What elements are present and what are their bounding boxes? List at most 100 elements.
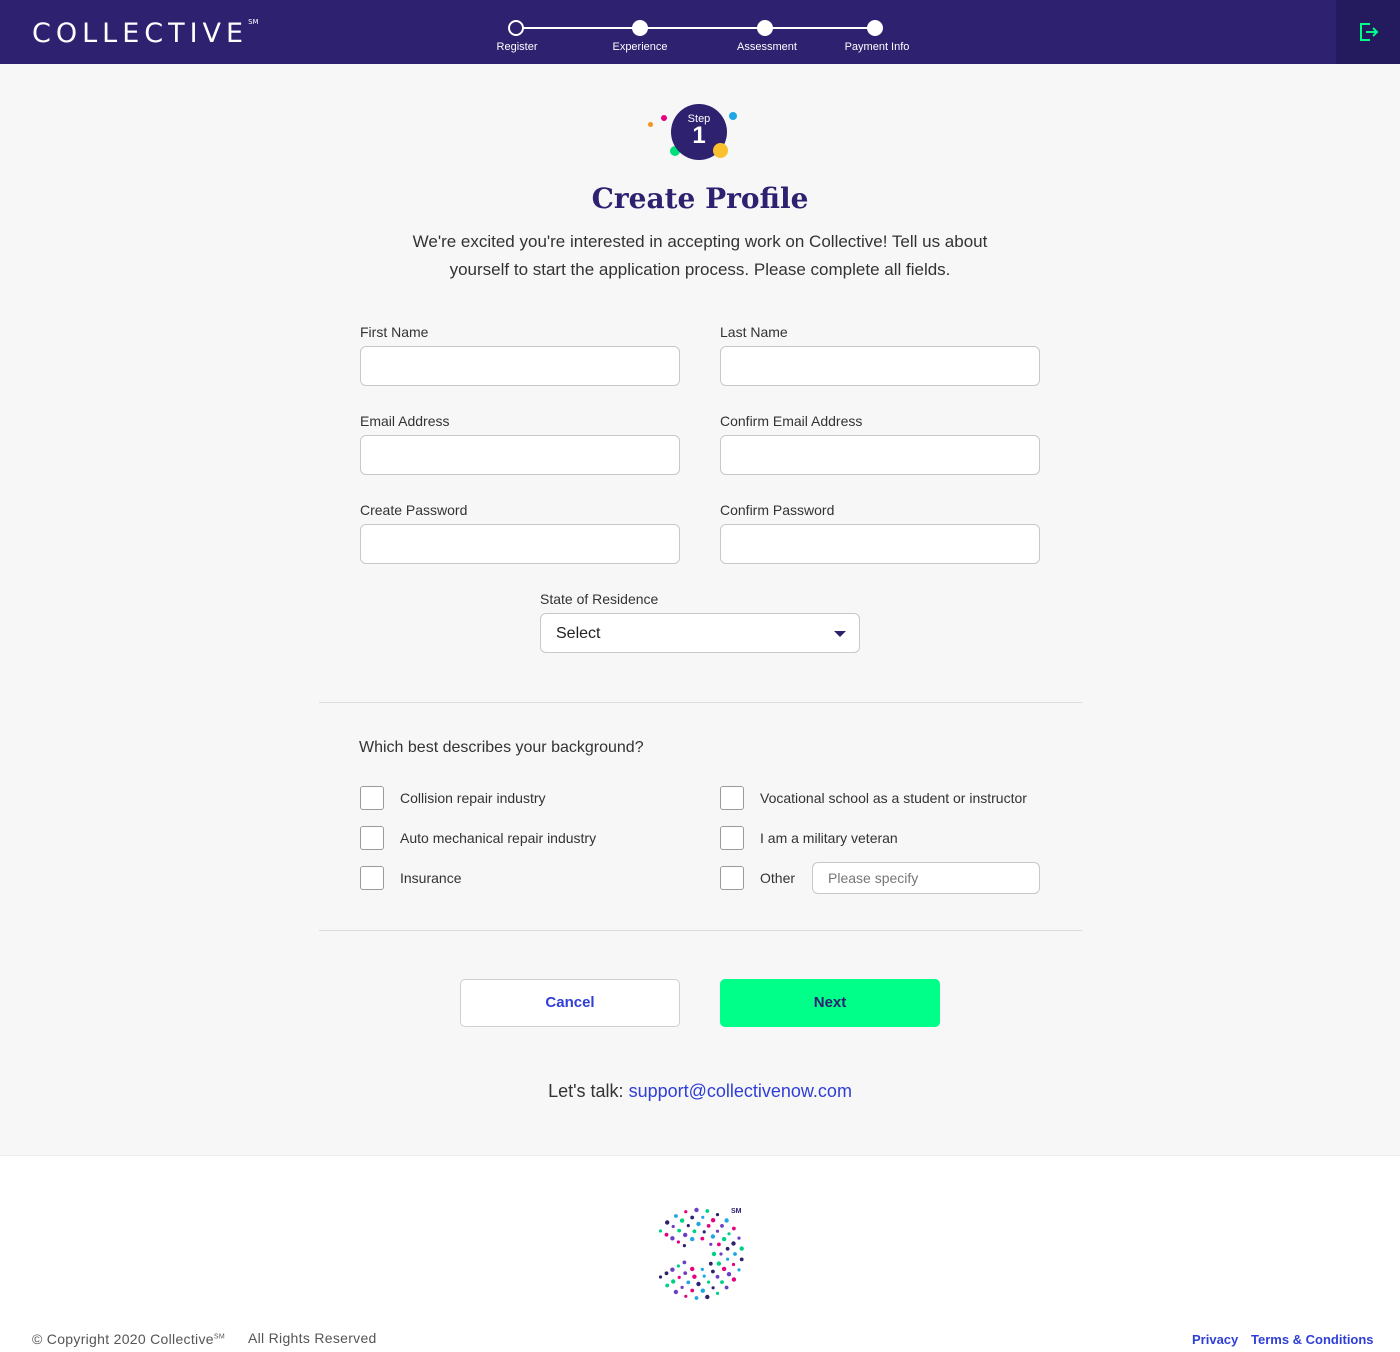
checkbox-label-insurance: Insurance: [400, 870, 462, 886]
state-label: State of Residence: [540, 591, 659, 607]
confetti-dot: [661, 115, 667, 121]
caret-down-icon: [834, 631, 846, 637]
checkbox-insurance[interactable]: [360, 866, 384, 890]
step-dot-experience: [632, 20, 648, 36]
logo-dot: [676, 1240, 680, 1244]
password-label: Create Password: [360, 502, 468, 518]
logo-dot: [737, 1268, 741, 1272]
section-divider: [319, 930, 1082, 931]
logo-dot: [677, 1228, 682, 1233]
password-input[interactable]: [360, 524, 680, 564]
email-label: Email Address: [360, 413, 450, 429]
logo-dot: [702, 1274, 706, 1278]
logo-dot: [701, 1215, 705, 1219]
logo-dot: [683, 1271, 688, 1275]
checkbox-other[interactable]: [720, 866, 744, 890]
first-name-label: First Name: [360, 324, 429, 340]
terms-link[interactable]: Terms & Conditions: [1251, 1332, 1374, 1347]
logo-dot: [702, 1230, 706, 1234]
first-name-input[interactable]: [360, 346, 680, 386]
logo-dot: [674, 1214, 678, 1218]
logo-dot: [715, 1213, 720, 1217]
logo-dot: [684, 1210, 688, 1214]
stepper-line: [516, 27, 875, 29]
intro-text: We're excited you're interested in accep…: [412, 232, 988, 279]
last-name-input[interactable]: [720, 346, 1040, 386]
confirm-password-label: Confirm Password: [720, 502, 835, 518]
logo-dot: [696, 1281, 701, 1287]
logo-dot: [731, 1277, 737, 1282]
logo-dot: [692, 1229, 697, 1234]
logo-dot: [690, 1215, 695, 1220]
logo-dot: [727, 1232, 731, 1236]
contact-prefix: Let's talk:: [548, 1081, 624, 1101]
logo-dot: [680, 1285, 684, 1289]
logo-dot: [724, 1218, 729, 1223]
state-select-value: Select: [556, 625, 601, 642]
copyright-text: © Copyright 2020 CollectiveSM: [32, 1331, 225, 1347]
next-button[interactable]: Next: [720, 979, 940, 1027]
logo-dot: [682, 1260, 687, 1265]
checkbox-vocational-school[interactable]: [720, 786, 744, 810]
logo-dot: [690, 1288, 695, 1293]
logo-dot: [709, 1242, 713, 1246]
checkbox-label-vocational-school: Vocational school as a student or instru…: [760, 790, 1027, 806]
logo-dot: [725, 1246, 730, 1251]
checkbox-military-veteran[interactable]: [720, 826, 744, 850]
logo-dot: [715, 1291, 720, 1295]
logo-dot: [721, 1236, 727, 1242]
email-input[interactable]: [360, 435, 680, 475]
checkbox-label-other: Other: [760, 870, 796, 886]
step-badge: Step 1: [645, 100, 745, 164]
logo-dot: [705, 1209, 710, 1213]
logo-dot: [726, 1272, 732, 1277]
logo-dot: [710, 1234, 716, 1239]
step-dot-register: [508, 20, 524, 36]
logo-dot: [677, 1275, 681, 1279]
logo-dot: [692, 1274, 697, 1279]
checkbox-label-auto-mechanical: Auto mechanical repair industry: [400, 830, 597, 846]
logo-dot: [665, 1283, 670, 1288]
logo-dot: [658, 1229, 663, 1233]
cancel-button[interactable]: Cancel: [460, 979, 680, 1027]
step-label-experience: Experience: [612, 41, 668, 53]
logo-dot: [731, 1262, 736, 1267]
logo-dot: [658, 1275, 663, 1279]
logo-dot: [694, 1296, 699, 1300]
logo-dot: [717, 1242, 721, 1247]
confetti-dot: [713, 143, 728, 158]
logo-dot: [721, 1266, 727, 1272]
confirm-password-input[interactable]: [720, 524, 1040, 564]
step-label-assessment: Assessment: [737, 41, 797, 53]
checkbox-collision-repair[interactable]: [360, 786, 384, 810]
logo-dot: [739, 1257, 744, 1262]
rights-text: All Rights Reserved: [248, 1330, 377, 1346]
checkbox-auto-mechanical[interactable]: [360, 826, 384, 850]
confirm-email-input[interactable]: [720, 435, 1040, 475]
state-select[interactable]: Select: [540, 613, 860, 653]
privacy-link[interactable]: Privacy: [1192, 1332, 1238, 1347]
logo-dot: [671, 1279, 676, 1284]
confetti-dot: [648, 122, 653, 127]
logo-dot: [719, 1252, 723, 1256]
step-label-payment-info: Payment Info: [844, 41, 910, 53]
logout-icon: [1360, 23, 1379, 41]
logo-dot: [673, 1289, 679, 1295]
logo-dot: [724, 1285, 729, 1290]
other-specify-input[interactable]: [812, 862, 1040, 894]
logo-dot: [676, 1264, 680, 1268]
step-dot-assessment: [757, 20, 773, 36]
footer: SM © Copyright 2020 CollectiveSM All Rig…: [0, 1155, 1400, 1352]
logo-dot: [726, 1257, 730, 1261]
support-email-link[interactable]: support@collectivenow.com: [629, 1081, 852, 1101]
logo-dot: [700, 1288, 705, 1293]
logo-dot: [664, 1232, 669, 1237]
logo-dot: [694, 1207, 699, 1213]
logout-button[interactable]: [1336, 0, 1400, 64]
contact-line: Let's talk: support@collectivenow.com: [0, 1081, 1400, 1102]
logo-dot: [739, 1246, 744, 1251]
logo-dot: [720, 1224, 724, 1228]
step-dot-payment-info: [867, 20, 883, 36]
logo-dot: [711, 1286, 715, 1290]
confetti-dot: [729, 112, 737, 120]
